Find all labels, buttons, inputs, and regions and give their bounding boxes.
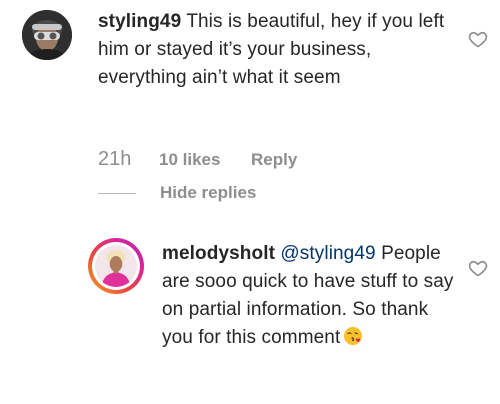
avatar-photo — [95, 245, 137, 287]
reply-button[interactable]: Reply — [251, 150, 297, 170]
reply-mention[interactable]: @styling49 — [280, 243, 375, 264]
kiss-emoji-icon — [343, 326, 363, 346]
reply-body: melodysholt @styling49 People are sooo q… — [162, 240, 462, 352]
comment-time[interactable]: 21h — [98, 148, 159, 171]
reply-username[interactable]: melodysholt — [162, 243, 275, 264]
avatar-story-ring — [92, 242, 140, 290]
comment-likes-count[interactable]: 10 likes — [159, 150, 251, 170]
avatar-styling49[interactable] — [22, 10, 72, 60]
hide-replies-button[interactable]: Hide replies — [98, 183, 256, 203]
avatar-photo — [22, 10, 72, 60]
heart-icon[interactable] — [468, 29, 488, 49]
heart-icon[interactable] — [468, 258, 488, 278]
comment-meta: 21h 10 likes Reply — [98, 148, 297, 171]
replies-divider — [98, 192, 136, 194]
comment-username[interactable]: styling49 — [98, 11, 181, 32]
hide-replies-label: Hide replies — [160, 183, 257, 202]
comment-body: styling49 This is beautiful, hey if you … — [98, 8, 460, 92]
avatar-melodysholt[interactable] — [88, 238, 144, 294]
